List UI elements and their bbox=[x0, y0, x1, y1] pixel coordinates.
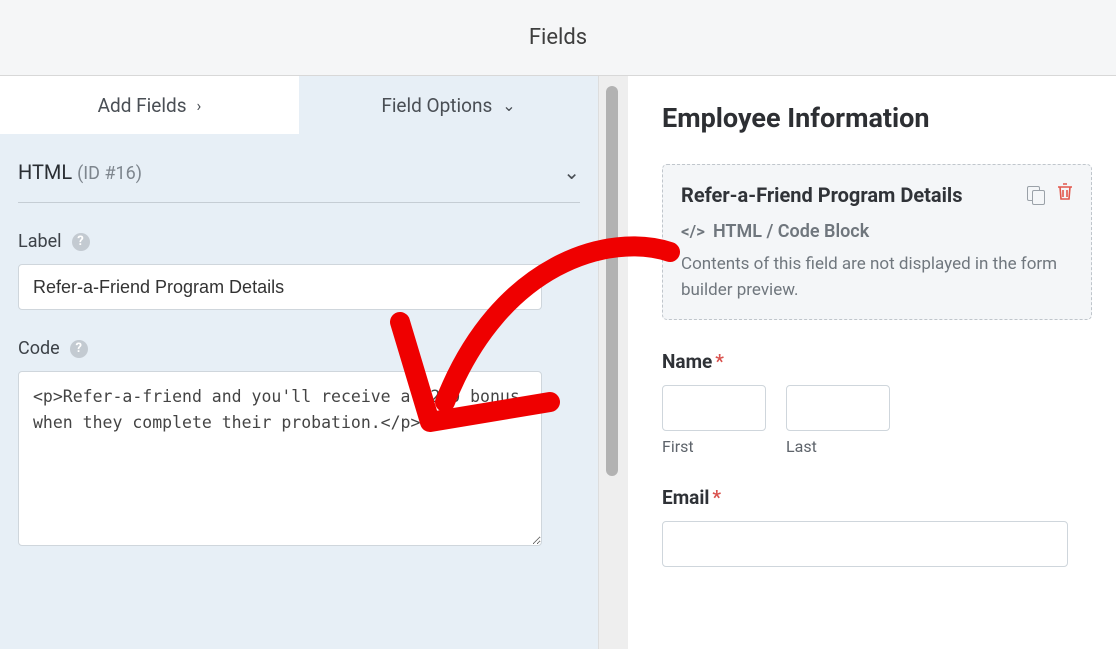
code-section: Code ? <p>Refer-a-friend and you'll rece… bbox=[18, 338, 580, 550]
last-name-sublabel: Last bbox=[786, 437, 890, 456]
first-name-input[interactable] bbox=[662, 385, 766, 431]
code-textarea[interactable]: <p>Refer-a-friend and you'll receive a $… bbox=[18, 371, 542, 546]
left-options-panel: Add Fields › Field Options ⌄ HTML (ID #1… bbox=[0, 76, 598, 649]
field-title: HTML (ID #16) bbox=[18, 160, 142, 184]
page-header-title: Fields bbox=[529, 25, 587, 50]
html-field-subtitle-row: </> HTML / Code Block bbox=[681, 221, 1073, 242]
tab-field-options[interactable]: Field Options ⌄ bbox=[299, 76, 598, 134]
tab-add-fields[interactable]: Add Fields › bbox=[0, 76, 299, 134]
field-id: (ID #16) bbox=[77, 163, 142, 184]
label-heading: Label bbox=[18, 231, 62, 252]
html-field-title: Refer-a-Friend Program Details bbox=[681, 183, 962, 207]
email-input[interactable] bbox=[662, 521, 1068, 567]
trash-icon[interactable] bbox=[1057, 183, 1073, 206]
label-heading-row: Label ? bbox=[18, 231, 580, 252]
label-input[interactable] bbox=[18, 264, 542, 310]
help-icon[interactable]: ? bbox=[72, 233, 90, 251]
label-section: Label ? bbox=[18, 231, 580, 310]
email-field-label: Email* bbox=[662, 486, 1092, 509]
help-icon[interactable]: ? bbox=[70, 340, 88, 358]
name-field-label: Name* bbox=[662, 350, 1092, 373]
html-field-subtitle: HTML / Code Block bbox=[713, 221, 869, 242]
first-name-sublabel: First bbox=[662, 437, 766, 456]
duplicate-icon[interactable] bbox=[1027, 186, 1045, 204]
tab-add-fields-label: Add Fields bbox=[98, 94, 187, 117]
email-field-block[interactable]: Email* bbox=[662, 486, 1092, 567]
tab-row: Add Fields › Field Options ⌄ bbox=[0, 76, 598, 134]
last-name-input[interactable] bbox=[786, 385, 890, 431]
form-title: Employee Information bbox=[662, 102, 1092, 134]
required-asterisk: * bbox=[712, 486, 721, 509]
scroll-thumb[interactable] bbox=[606, 86, 618, 476]
form-preview-panel: Employee Information Refer-a-Friend Prog… bbox=[628, 76, 1116, 649]
html-field-description: Contents of this field are not displayed… bbox=[681, 252, 1073, 303]
name-field-block[interactable]: Name* First Last bbox=[662, 350, 1092, 456]
code-heading: Code bbox=[18, 338, 60, 359]
page-header: Fields bbox=[0, 0, 1116, 76]
code-heading-row: Code ? bbox=[18, 338, 580, 359]
panel-resize-gutter[interactable] bbox=[598, 76, 628, 649]
main-container: Add Fields › Field Options ⌄ HTML (ID #1… bbox=[0, 76, 1116, 649]
chevron-down-icon: ⌄ bbox=[563, 160, 580, 184]
html-field-actions bbox=[1027, 183, 1073, 206]
code-icon: </> bbox=[681, 222, 705, 242]
chevron-right-icon: › bbox=[197, 96, 202, 115]
options-body: HTML (ID #16) ⌄ Label ? Code ? <p>Refer-… bbox=[0, 134, 598, 550]
field-title-row[interactable]: HTML (ID #16) ⌄ bbox=[18, 154, 580, 203]
tab-field-options-label: Field Options bbox=[381, 94, 492, 117]
required-asterisk: * bbox=[715, 350, 724, 373]
field-type-name: HTML bbox=[18, 160, 72, 184]
html-field-preview[interactable]: Refer-a-Friend Program Details </> HTML … bbox=[662, 164, 1092, 320]
chevron-down-icon: ⌄ bbox=[502, 96, 515, 115]
